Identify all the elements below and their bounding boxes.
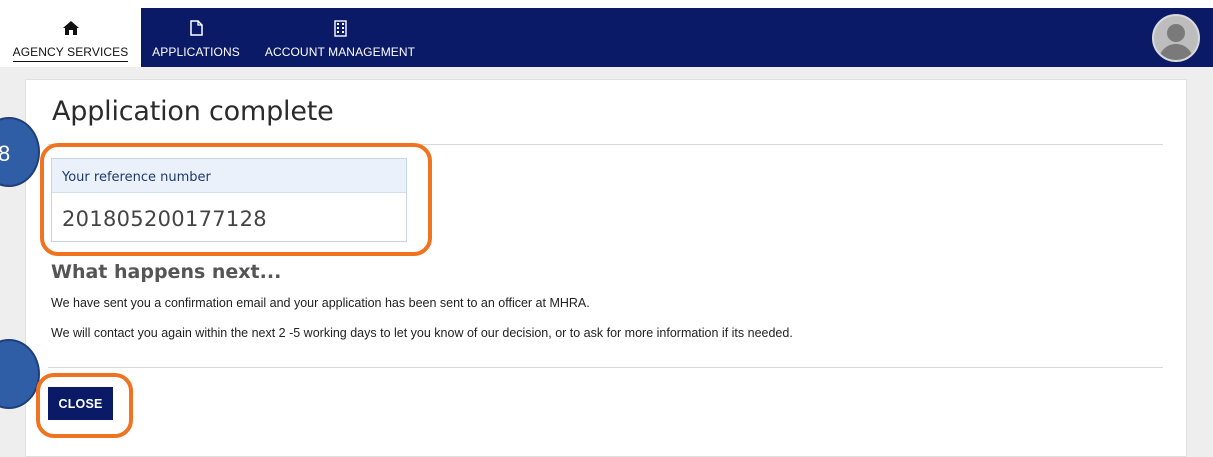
nav-label-account-management: ACCOUNT MANAGEMENT	[264, 45, 416, 59]
home-icon	[62, 17, 79, 39]
step-marker-number: 8	[0, 141, 11, 166]
highlight-callout-reference	[40, 143, 432, 256]
info-paragraph-confirmation: We have sent you a confirmation email an…	[51, 296, 590, 310]
nav-item-applications[interactable]: APPLICATIONS	[149, 8, 243, 67]
nav-item-agency-services[interactable]: AGENCY SERVICES	[0, 8, 141, 67]
info-paragraph-contact: We will contact you again within the nex…	[51, 326, 793, 340]
building-icon	[333, 17, 347, 39]
user-avatar-icon[interactable]	[1152, 14, 1200, 62]
page-title: Application complete	[52, 96, 334, 127]
nav-label-applications: APPLICATIONS	[152, 45, 240, 59]
top-nav-bar: AGENCY SERVICES APPLICATIONS ACCOUNT MAN…	[0, 8, 1213, 67]
document-icon	[189, 17, 203, 39]
divider	[48, 367, 1163, 368]
nav-label-agency-services: AGENCY SERVICES	[12, 45, 129, 62]
nav-item-account-management[interactable]: ACCOUNT MANAGEMENT	[258, 8, 422, 67]
highlight-callout-close	[36, 373, 133, 438]
what-happens-next-heading: What happens next...	[51, 261, 282, 283]
